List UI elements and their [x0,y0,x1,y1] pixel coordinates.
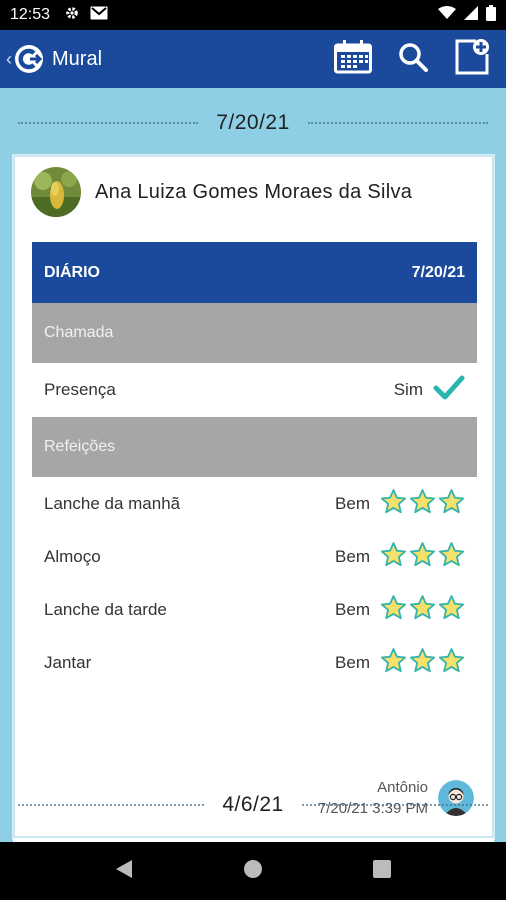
rating-stars [380,541,465,573]
diary-date: 7/20/21 [411,263,465,281]
app-logo-icon[interactable] [14,44,44,74]
row-value: Bem [335,546,370,566]
section-header: Chamada [32,303,477,363]
rating-stars [380,594,465,626]
home-icon[interactable] [242,858,264,885]
wifi-icon [438,5,456,25]
diary-row: Almoço Bem [32,530,477,583]
section-title: Refeições [44,438,116,455]
star-icon [380,541,407,573]
star-icon [409,647,436,679]
diary-row: Jantar Bem [32,636,477,689]
student-avatar [31,167,81,217]
divider [301,804,489,806]
row-value: Bem [335,599,370,619]
app-bar: ‹ Mural [0,30,506,88]
diary-row: Presença Sim [32,363,477,417]
back-icon[interactable] [114,858,134,885]
status-time: 12:53 [10,6,51,23]
divider [18,804,205,806]
feed[interactable]: 7/20/21 Ana Luiza Gomes Moraes da Silva … [0,88,506,842]
row-value: Bem [335,493,370,513]
row-value: Sim [393,380,423,399]
back-chevron-icon[interactable]: ‹ [6,49,12,70]
row-label: Presença [44,380,116,399]
section-header: Refeições [32,417,477,477]
star-icon [380,488,407,520]
star-icon [380,647,407,679]
new-post-icon[interactable] [454,38,490,81]
star-icon [438,647,465,679]
star-icon [409,594,436,626]
row-value: Bem [335,652,370,672]
signal-icon [464,5,478,25]
search-icon[interactable] [398,42,428,77]
row-label: Jantar [44,652,92,672]
recents-icon[interactable] [372,859,392,884]
row-label: Lanche da manhã [44,493,181,513]
diary-title: DIÁRIO [44,263,100,281]
date-label: 4/6/21 [222,793,284,816]
gmail-icon [90,6,108,25]
diary-row: Lanche da tarde Bem [32,583,477,636]
rating-stars [380,647,465,679]
star-icon [409,488,436,520]
check-icon [433,375,465,406]
diary-header: DIÁRIO 7/20/21 [32,242,477,303]
system-nav-bar [0,842,506,900]
date-separator: 7/20/21 [0,108,506,138]
divider [18,122,199,124]
settings-icon [64,5,80,26]
star-icon [438,594,465,626]
status-bar: 12:53 [0,0,506,30]
post-header: Ana Luiza Gomes Moraes da Silva [31,167,412,217]
calendar-icon[interactable] [334,39,372,79]
star-icon [438,488,465,520]
rating-stars [380,488,465,520]
date-label: 7/20/21 [216,111,290,134]
star-icon [380,594,407,626]
star-icon [438,541,465,573]
section-title: Chamada [44,324,114,341]
post-card[interactable]: Ana Luiza Gomes Moraes da Silva DIÁRIO 7… [13,155,494,839]
row-label: Lanche da tarde [44,599,167,619]
diary-table: DIÁRIO 7/20/21 Chamada Presença Sim Refe… [32,242,477,689]
divider [307,122,489,124]
date-separator: 4/6/21 [0,790,506,820]
diary-row: Lanche da manhã Bem [32,477,477,530]
star-icon [409,541,436,573]
battery-icon [486,4,496,26]
row-label: Almoço [44,546,101,566]
student-name: Ana Luiza Gomes Moraes da Silva [95,180,413,203]
page-title: Mural [52,47,103,70]
